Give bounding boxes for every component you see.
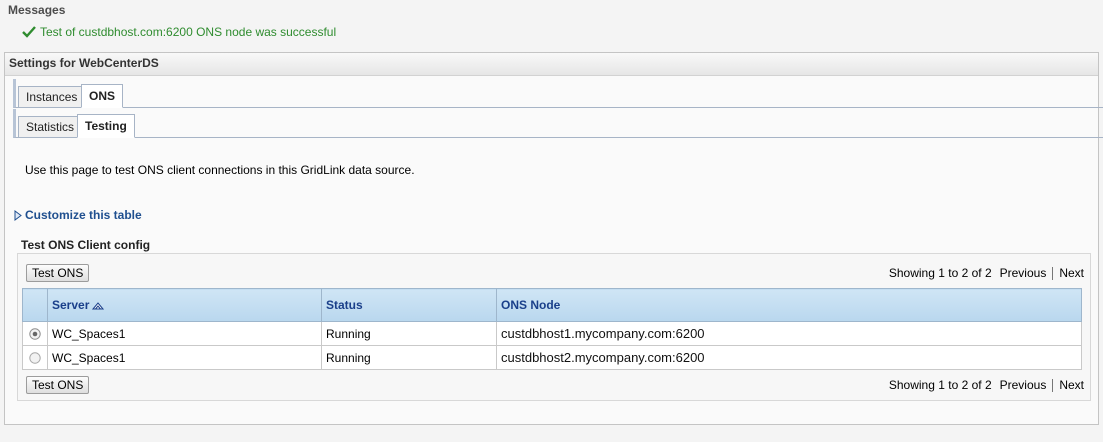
messages-title: Messages [8, 3, 66, 17]
pager-previous-link[interactable]: Previous [1000, 266, 1047, 280]
customize-table-label: Customize this table [25, 208, 142, 222]
pager-count: Showing 1 to 2 of 2 [888, 378, 992, 392]
cell-ons-node: custdbhost1.mycompany.com:6200 [496, 321, 1082, 346]
customize-table-link[interactable]: Customize this table [14, 208, 142, 222]
triangle-right-icon [14, 209, 22, 221]
table-container: Test ONS Showing 1 to 2 of 2 Previous Ne… [17, 253, 1091, 401]
tab-testing[interactable]: Testing [77, 114, 135, 138]
test-ons-button-bottom[interactable]: Test ONS [26, 376, 90, 394]
tab-ons[interactable]: ONS [81, 84, 124, 108]
table-row[interactable]: WC_Spaces1 Running custdbhost1.mycompany… [22, 321, 1082, 346]
pager-bottom: Showing 1 to 2 of 2 Previous Next [889, 378, 1084, 392]
cell-server: WC_Spaces1 [47, 321, 322, 346]
success-message: Test of custdbhost.com:6200 ONS node was… [22, 25, 336, 39]
intro-text: Use this page to test ONS client connect… [25, 163, 415, 177]
pager-count: Showing 1 to 2 of 2 [888, 266, 992, 280]
column-header-status[interactable]: Status [321, 288, 497, 322]
select-column-header [22, 288, 48, 322]
main-tabbar: Instances ONS [13, 79, 1103, 108]
cell-ons-node: custdbhost2.mycompany.com:6200 [496, 345, 1082, 370]
section-title: Test ONS Client config [21, 238, 151, 252]
row-select-radio-cell[interactable] [22, 345, 48, 370]
row-select-radio-cell[interactable] [22, 321, 48, 346]
pager-previous-link[interactable]: Previous [1000, 378, 1047, 392]
table-row[interactable]: WC_Spaces1 Running custdbhost2.mycompany… [22, 345, 1082, 370]
pager-separator [1052, 266, 1054, 280]
success-message-text: Test of custdbhost.com:6200 ONS node was… [40, 25, 337, 39]
check-icon [22, 26, 36, 38]
radio-selected-icon[interactable] [29, 327, 41, 340]
cell-status: Running [321, 345, 497, 370]
pager-top: Showing 1 to 2 of 2 Previous Next [889, 266, 1084, 280]
tab-statistics[interactable]: Statistics [18, 116, 83, 138]
tab-instances[interactable]: Instances [18, 86, 86, 108]
sub-tabbar: Statistics Testing [13, 109, 1103, 138]
ons-table: Server Status ONS Node WC_Spaces1 Runnin… [22, 288, 1082, 370]
settings-panel: Settings for WebCenterDS Instances ONS S… [4, 52, 1103, 425]
cell-server: WC_Spaces1 [47, 345, 322, 370]
column-header-ons-node[interactable]: ONS Node [496, 288, 1082, 322]
column-header-server[interactable]: Server [47, 288, 322, 322]
test-ons-button-top[interactable]: Test ONS [26, 264, 90, 282]
panel-title: Settings for WebCenterDS [5, 53, 1098, 76]
sort-ascending-icon[interactable] [92, 302, 105, 310]
table-header-row: Server Status ONS Node [22, 288, 1082, 322]
pager-next-link[interactable]: Next [1059, 378, 1084, 392]
pager-separator [1052, 378, 1054, 392]
cell-status: Running [321, 321, 497, 346]
radio-unselected-icon[interactable] [29, 351, 41, 364]
pager-next-link[interactable]: Next [1059, 266, 1084, 280]
